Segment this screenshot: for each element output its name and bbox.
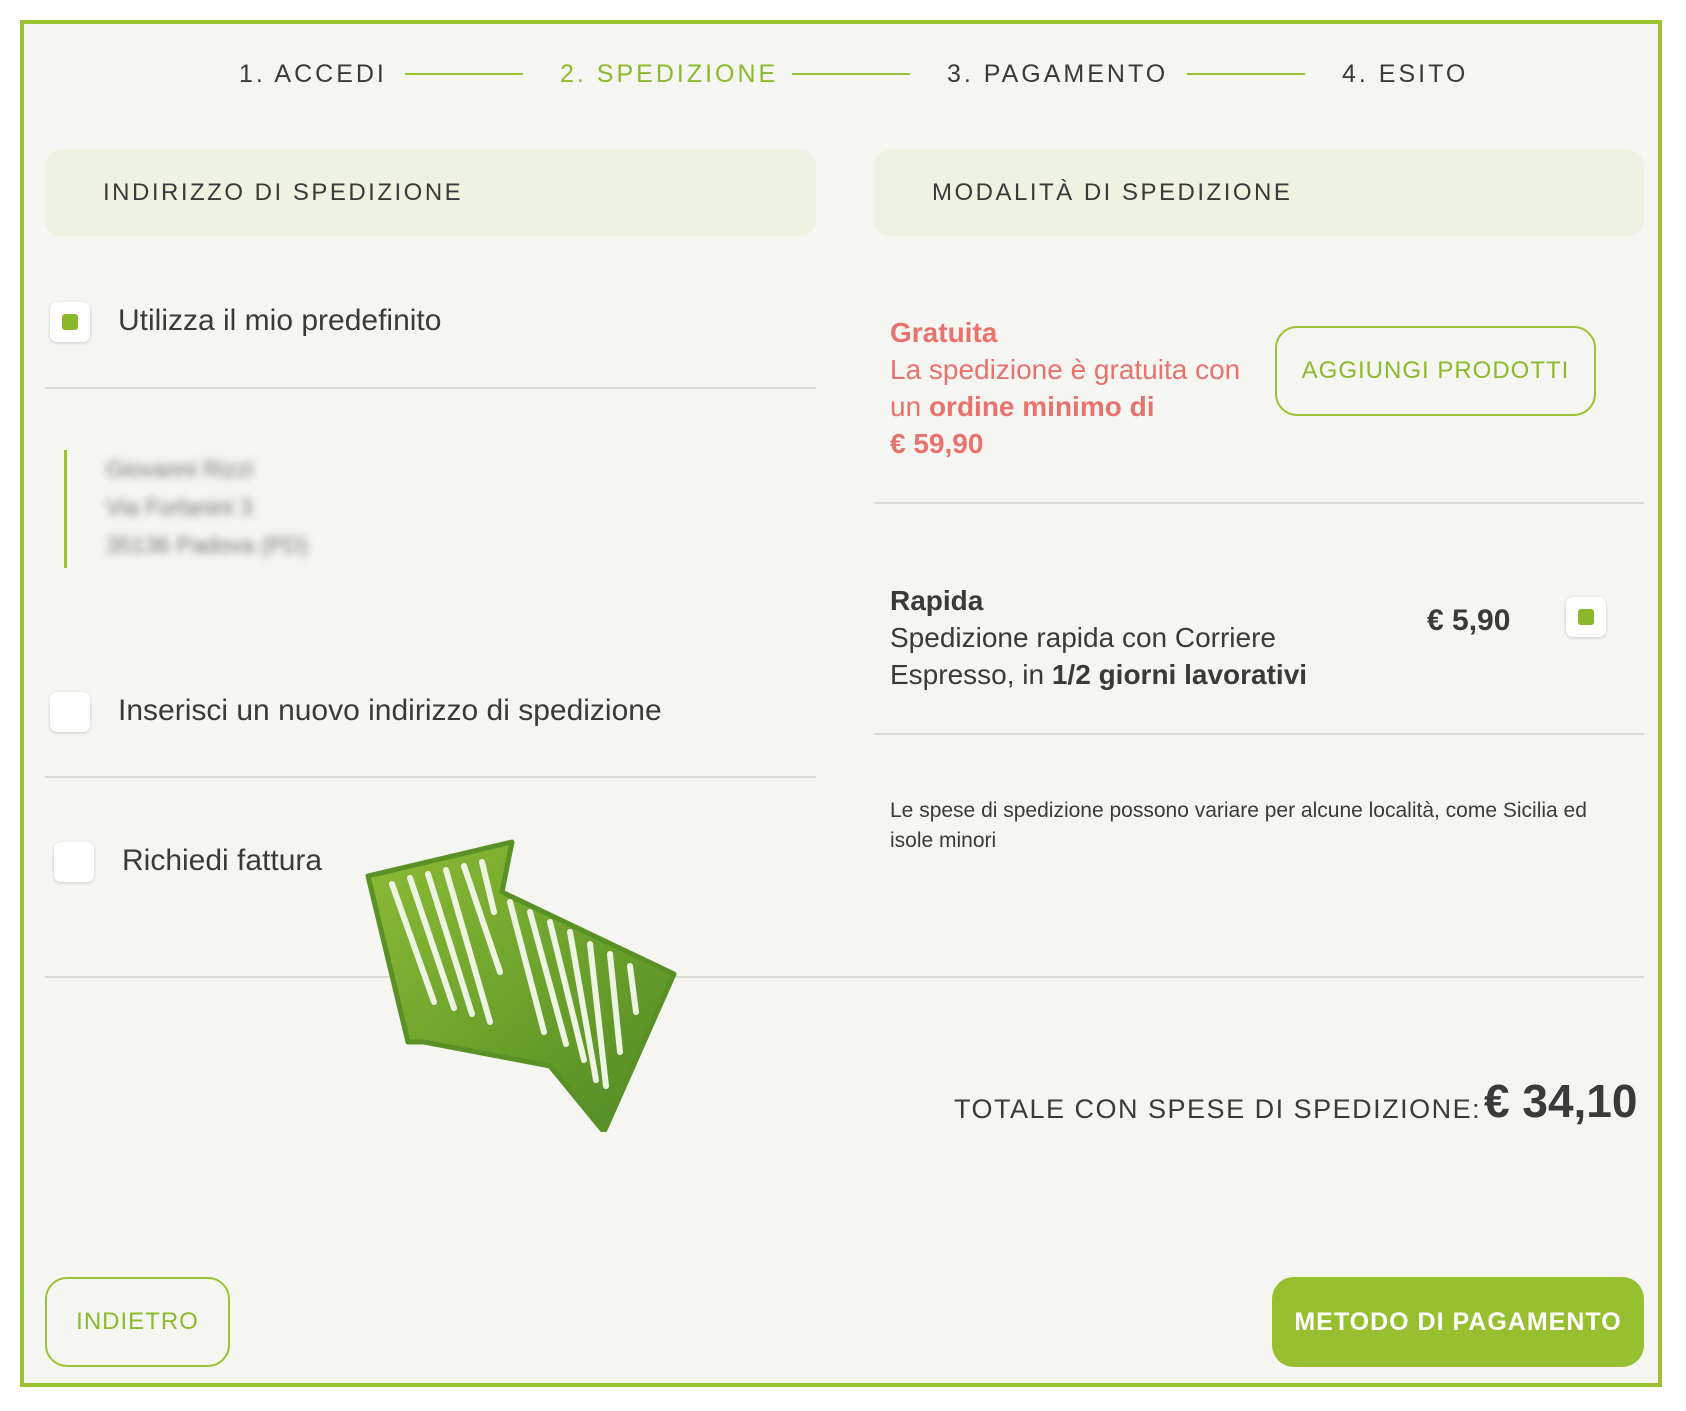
payment-method-button[interactable]: METODO DI PAGAMENTO: [1272, 1277, 1644, 1367]
step-esito[interactable]: 4. ESITO: [1342, 60, 1468, 89]
step-connector: [792, 73, 910, 75]
total-label: TOTALE CON SPESE DI SPEDIZIONE:: [954, 1094, 1482, 1124]
shipping-section-header: MODALITÀ DI SPEDIZIONE: [874, 150, 1644, 236]
rapid-shipping-option[interactable]: Rapida Spedizione rapida con Corriere Es…: [890, 582, 1320, 693]
step-connector: [405, 73, 523, 75]
address-section-header: INDIRIZZO DI SPEDIZIONE: [45, 150, 816, 236]
add-products-button[interactable]: AGGIUNGI PRODOTTI: [1275, 326, 1596, 416]
address-line-city: 35136 Padova (PD): [106, 532, 309, 558]
free-shipping-title: Gratuita: [890, 317, 998, 348]
checkbox-dot: [62, 314, 78, 330]
free-shipping-min-amount: € 59,90: [890, 428, 984, 459]
address-section-title: INDIRIZZO DI SPEDIZIONE: [103, 179, 464, 206]
address-line-name: Giovanni Rizzi: [106, 456, 253, 482]
step-pagamento[interactable]: 3. PAGAMENTO: [947, 60, 1168, 89]
address-accent-bar: [64, 450, 67, 568]
rapid-shipping-title: Rapida: [890, 585, 984, 616]
total-value: € 34,10: [1484, 1075, 1638, 1127]
divider: [874, 502, 1644, 504]
rapid-shipping-price: € 5,90: [1427, 604, 1511, 637]
invoice-checkbox[interactable]: [54, 842, 94, 882]
step-connector: [1187, 73, 1305, 75]
use-default-checkbox[interactable]: [50, 302, 90, 342]
step-accedi[interactable]: 1. ACCEDI: [239, 60, 387, 89]
new-address-checkbox[interactable]: [50, 692, 90, 732]
divider: [874, 733, 1644, 735]
address-line-street: Via Forlanini 3: [106, 494, 253, 520]
divider: [45, 776, 816, 778]
shipping-note: Le spese di spedizione possono variare p…: [890, 799, 1587, 852]
shipping-section-title: MODALITÀ DI SPEDIZIONE: [932, 179, 1293, 206]
rapid-shipping-desc: Spedizione rapida con Corriere Espresso,…: [890, 622, 1308, 690]
use-default-label[interactable]: Utilizza il mio predefinito: [118, 304, 441, 338]
step-spedizione[interactable]: 2. SPEDIZIONE: [560, 60, 778, 89]
checkout-frame: 1. ACCEDI 2. SPEDIZIONE 3. PAGAMENTO 4. …: [20, 20, 1662, 1387]
checkbox-dot: [1578, 609, 1594, 625]
new-address-label[interactable]: Inserisci un nuovo indirizzo di spedizio…: [118, 694, 662, 728]
back-button[interactable]: INDIETRO: [45, 1277, 230, 1367]
invoice-label[interactable]: Richiedi fattura: [122, 844, 322, 878]
free-shipping-desc: La spedizione è gratuita con un ordine m…: [890, 354, 1241, 422]
divider: [45, 387, 816, 389]
hand-drawn-arrow-icon: [365, 839, 677, 1132]
divider: [45, 976, 1644, 978]
free-shipping-option: Gratuita La spedizione è gratuita con un…: [890, 314, 1260, 462]
rapid-shipping-checkbox[interactable]: [1566, 597, 1606, 637]
